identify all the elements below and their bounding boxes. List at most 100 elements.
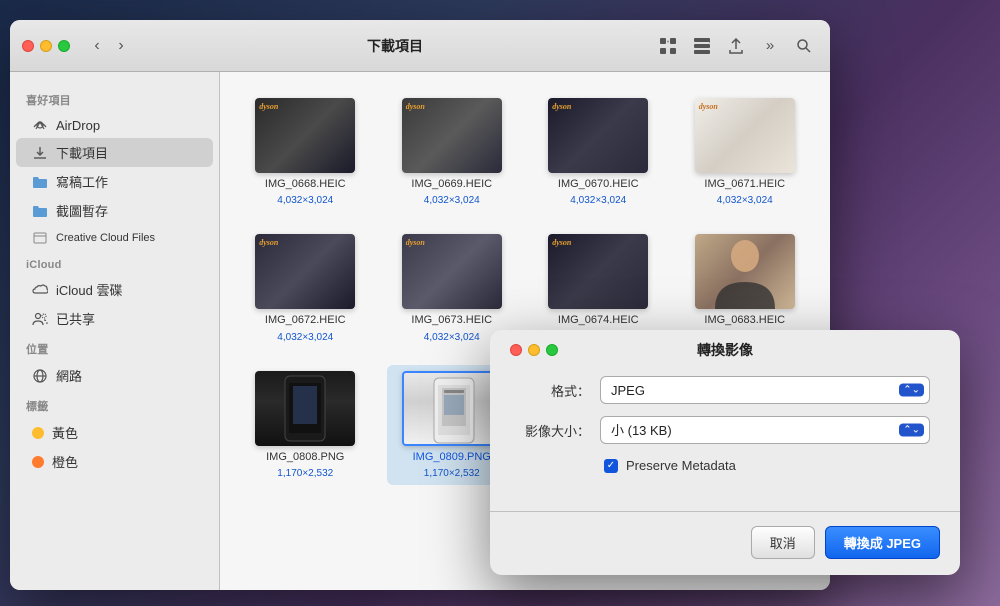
sidebar-item-airdrop[interactable]: AirDrop — [16, 112, 213, 138]
file-size: 4,032×3,024 — [717, 195, 773, 206]
thumb-brand-label: dyson — [699, 102, 718, 111]
fullscreen-button[interactable] — [58, 40, 70, 52]
size-select-wrapper: 小 (13 KB) 中 (52 KB) 大 (208 KB) 實際大小 ⌃⌄ — [600, 416, 930, 444]
downloads-icon — [32, 145, 48, 161]
dialog-separator — [490, 511, 960, 512]
sidebar-item-network[interactable]: 網路 — [16, 361, 213, 390]
format-row: 格式： JPEG PNG HEIF TIFF ⌃⌄ — [520, 376, 930, 404]
yellow-tag-dot — [32, 427, 44, 439]
file-size: 4,032×3,024 — [424, 332, 480, 343]
sidebar-item-writing[interactable]: 寫稿工作 — [16, 167, 213, 196]
preserve-metadata-checkbox[interactable]: ✓ — [604, 459, 618, 473]
file-name: IMG_0683.HEIC — [704, 313, 785, 327]
thumb-brand-label: dyson — [259, 238, 278, 247]
format-select-wrapper: JPEG PNG HEIF TIFF ⌃⌄ — [600, 376, 930, 404]
file-item[interactable]: dyson IMG_0670.HEIC 4,032×3,024 — [533, 92, 664, 212]
creative-cloud-icon — [32, 230, 48, 246]
folder-screenshots-icon — [32, 203, 48, 219]
sidebar-item-screenshots[interactable]: 截圖暫存 — [16, 196, 213, 225]
dialog-title: 轉換影像 — [490, 340, 960, 360]
sidebar-item-airdrop-label: AirDrop — [56, 118, 100, 133]
file-thumbnail: dyson — [695, 98, 795, 173]
dialog-buttons: 取消 轉換成 JPEG — [490, 526, 960, 575]
size-select[interactable]: 小 (13 KB) 中 (52 KB) 大 (208 KB) 實際大小 — [600, 416, 930, 444]
traffic-lights — [22, 40, 70, 52]
dialog-titlebar: 轉換影像 — [490, 330, 960, 366]
forward-button[interactable]: › — [110, 35, 132, 57]
sidebar-item-writing-label: 寫稿工作 — [56, 172, 108, 191]
thumb-brand-label: dyson — [259, 102, 278, 111]
sidebar: 喜好項目 AirDrop 下載項 — [10, 72, 220, 590]
icloud-icon — [32, 282, 48, 298]
file-item[interactable]: IMG_0808.PNG 1,170×2,532 — [240, 365, 371, 485]
file-item[interactable]: dyson IMG_0668.HEIC 4,032×3,024 — [240, 92, 371, 212]
dialog-body: 格式： JPEG PNG HEIF TIFF ⌃⌄ 影像大小： 小 (13 KB… — [490, 366, 960, 511]
icloud-section-title: iCloud — [10, 251, 219, 275]
file-name: IMG_0674.HEIC — [558, 313, 639, 327]
sidebar-item-orange[interactable]: 橙色 — [16, 447, 213, 476]
file-name: IMG_0670.HEIC — [558, 177, 639, 191]
network-icon — [32, 368, 48, 384]
thumb-brand-label: dyson — [552, 238, 571, 247]
convert-button[interactable]: 轉換成 JPEG — [825, 526, 940, 559]
file-size: 4,032×3,024 — [424, 195, 480, 206]
format-label: 格式： — [520, 381, 590, 400]
format-select[interactable]: JPEG PNG HEIF TIFF — [600, 376, 930, 404]
close-button[interactable] — [22, 40, 34, 52]
file-thumbnail: dyson — [402, 234, 502, 309]
file-size: 1,170×2,532 — [277, 468, 333, 479]
file-thumbnail — [255, 371, 355, 446]
more-icon[interactable]: » — [756, 32, 784, 60]
sidebar-item-screenshots-label: 截圖暫存 — [56, 201, 108, 220]
file-size: 4,032×3,024 — [277, 332, 333, 343]
tags-section-title: 標籤 — [10, 390, 219, 418]
toolbar-actions: » — [654, 32, 818, 60]
sidebar-item-downloads-label: 下載項目 — [56, 143, 108, 162]
minimize-button[interactable] — [40, 40, 52, 52]
file-name: IMG_0671.HEIC — [704, 177, 785, 191]
file-name: IMG_0673.HEIC — [411, 313, 492, 327]
sidebar-item-icloud-label: iCloud 雲碟 — [56, 280, 122, 299]
orange-tag-dot — [32, 456, 44, 468]
file-name: IMG_0669.HEIC — [411, 177, 492, 191]
file-size: 4,032×3,024 — [277, 195, 333, 206]
file-thumbnail — [695, 234, 795, 309]
thumb-brand-label: dyson — [406, 102, 425, 111]
file-thumbnail: dyson — [255, 98, 355, 173]
file-item[interactable]: dyson IMG_0672.HEIC 4,032×3,024 — [240, 228, 371, 348]
thumb-brand-label: dyson — [406, 238, 425, 247]
toolbar: ‹ › 下載項目 — [10, 20, 830, 72]
file-item[interactable]: dyson IMG_0671.HEIC 4,032×3,024 — [680, 92, 811, 212]
file-name: IMG_0672.HEIC — [265, 313, 346, 327]
sidebar-item-shared[interactable]: 已共享 — [16, 304, 213, 333]
file-name: IMG_0668.HEIC — [265, 177, 346, 191]
sidebar-item-downloads[interactable]: 下載項目 — [16, 138, 213, 167]
sidebar-item-creative-cloud[interactable]: Creative Cloud Files — [16, 225, 213, 251]
file-thumbnail: dyson — [548, 98, 648, 173]
sidebar-item-orange-label: 橙色 — [52, 452, 78, 471]
convert-dialog: 轉換影像 格式： JPEG PNG HEIF TIFF ⌃⌄ 影像大小： 小 (… — [490, 330, 960, 575]
file-size: 1,170×2,532 — [424, 468, 480, 479]
file-thumbnail: dyson — [402, 98, 502, 173]
thumb-brand-label: dyson — [552, 102, 571, 111]
locations-section-title: 位置 — [10, 333, 219, 361]
favorites-section-title: 喜好項目 — [10, 84, 219, 112]
file-size: 4,032×3,024 — [570, 195, 626, 206]
size-row: 影像大小： 小 (13 KB) 中 (52 KB) 大 (208 KB) 實際大… — [520, 416, 930, 444]
cancel-button[interactable]: 取消 — [751, 526, 815, 559]
view-list-icon[interactable] — [688, 32, 716, 60]
sidebar-item-yellow[interactable]: 黃色 — [16, 418, 213, 447]
search-icon[interactable] — [790, 32, 818, 60]
back-button[interactable]: ‹ — [86, 35, 108, 57]
view-grid-icon[interactable] — [654, 32, 682, 60]
shared-icon — [32, 311, 48, 327]
window-title: 下載項目 — [144, 36, 646, 56]
file-name: IMG_0809.PNG — [413, 450, 491, 464]
file-item[interactable]: dyson IMG_0669.HEIC 4,032×3,024 — [387, 92, 518, 212]
file-thumbnail — [402, 371, 502, 446]
size-label: 影像大小： — [520, 421, 590, 440]
nav-buttons: ‹ › — [86, 35, 132, 57]
file-name: IMG_0808.PNG — [266, 450, 344, 464]
sidebar-item-icloud-drive[interactable]: iCloud 雲碟 — [16, 275, 213, 304]
share-icon[interactable] — [722, 32, 750, 60]
